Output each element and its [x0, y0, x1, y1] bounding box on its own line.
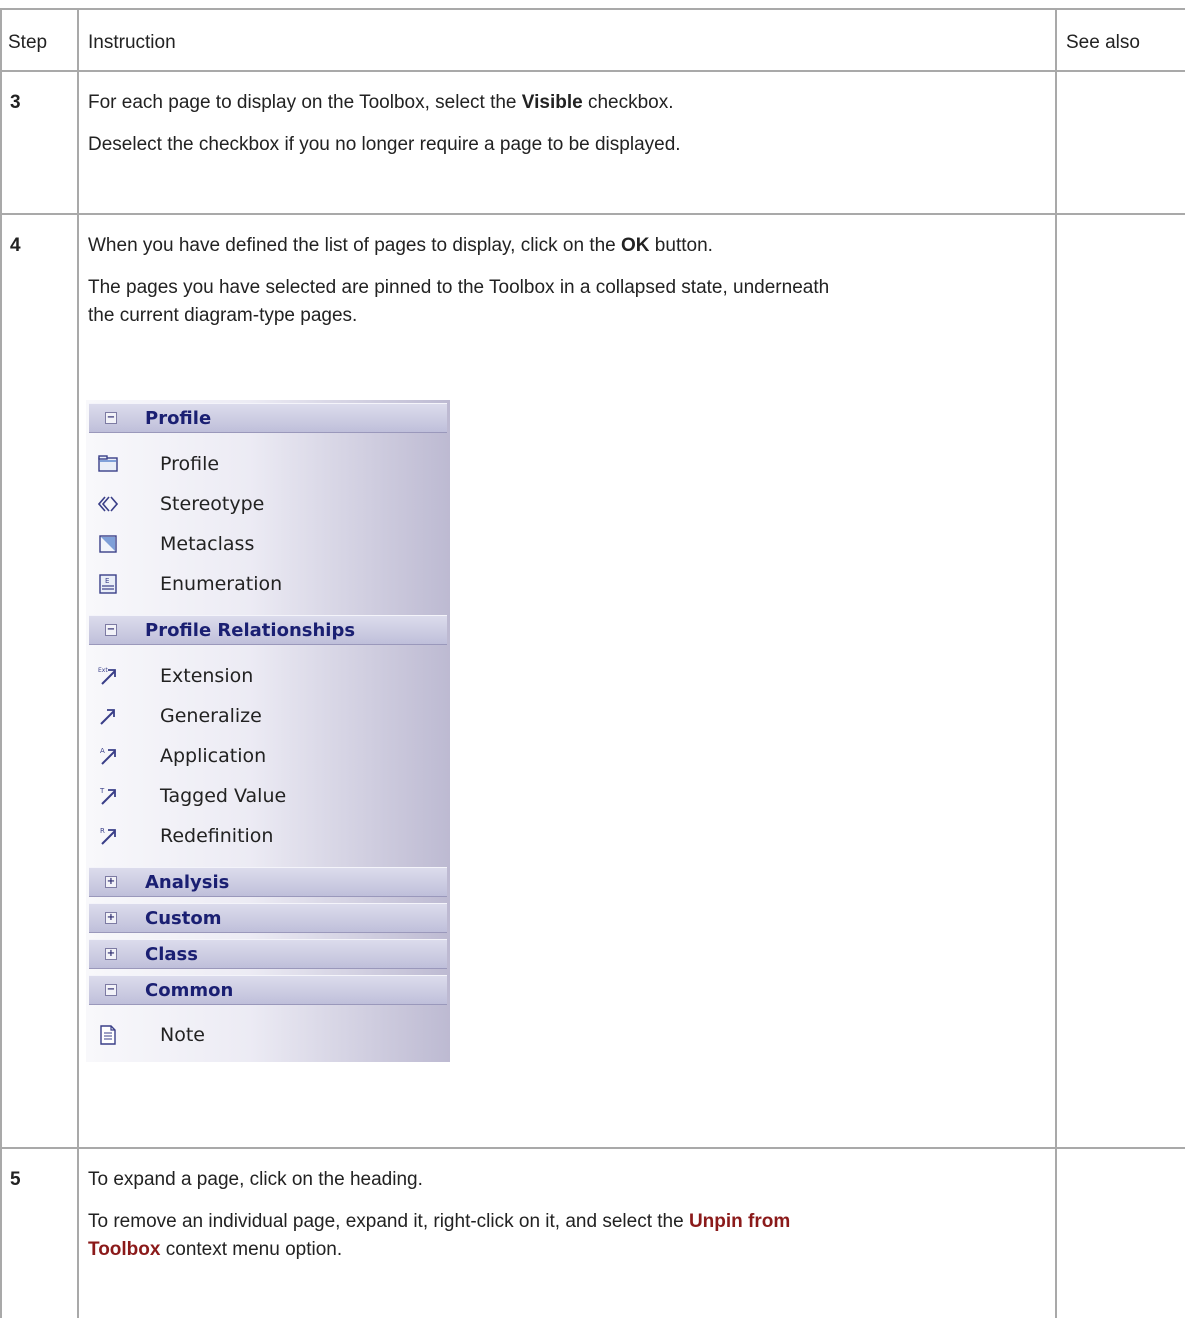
toolbox-section-common[interactable]: − Common	[89, 975, 447, 1005]
collapse-icon[interactable]: −	[105, 412, 117, 424]
table-divider-seealso	[1055, 8, 1057, 1318]
instruction-3-line1: For each page to display on the Toolbox,…	[88, 91, 1038, 115]
toolbox-section-class[interactable]: + Class	[89, 939, 447, 969]
instruction-4-line2b: the current diagram-type pages.	[88, 305, 358, 326]
instruction-3-line2: Deselect the checkbox if you no longer r…	[88, 134, 681, 155]
section-title: Class	[145, 944, 198, 965]
row-divider-3	[0, 213, 1185, 215]
instruction-4: When you have defined the list of pages …	[88, 234, 1038, 328]
tagged-letter: T	[99, 787, 105, 795]
application-letter: A	[100, 747, 105, 755]
step-number-4: 4	[10, 235, 21, 256]
expand-icon[interactable]: +	[105, 912, 117, 924]
toolbox-section-analysis[interactable]: + Analysis	[89, 867, 447, 897]
expand-icon[interactable]: +	[105, 876, 117, 888]
instruction-4-line2a: The pages you have selected are pinned t…	[88, 277, 830, 298]
table-border-top	[0, 8, 1185, 10]
item-label: Redefinition	[160, 825, 274, 847]
step-number-3: 3	[10, 92, 21, 113]
row-divider-4	[0, 1147, 1185, 1149]
redefinition-letter: R	[100, 827, 105, 835]
item-label: Application	[160, 745, 267, 767]
text: checkbox.	[582, 92, 674, 113]
collapse-icon[interactable]: −	[105, 984, 117, 996]
step-number-5: 5	[10, 1169, 21, 1190]
package-icon	[98, 455, 118, 472]
enum-letter: E	[105, 577, 109, 585]
item-label: Extension	[160, 665, 254, 687]
collapse-icon[interactable]: −	[105, 624, 117, 636]
bold-ok: OK	[621, 235, 650, 256]
header-see-also: See also	[1066, 32, 1140, 53]
instruction-5-line1: To expand a page, click on the heading.	[88, 1169, 423, 1190]
section-title: Analysis	[145, 872, 230, 893]
metaclass-icon	[99, 535, 117, 553]
extension-icon: Ext	[98, 667, 116, 685]
header-step: Step	[8, 32, 48, 53]
item-label: Metaclass	[160, 533, 255, 555]
toolbox-section-profile[interactable]: − Profile	[89, 403, 447, 433]
unpin-from-toolbox-link-cont[interactable]: Toolbox	[88, 1239, 160, 1260]
text: To remove an individual page, expand it,…	[88, 1211, 689, 1232]
text: When you have defined the list of pages …	[88, 235, 622, 256]
section-title: Profile Relationships	[145, 620, 356, 641]
text: button.	[649, 235, 713, 256]
redefinition-icon: R	[100, 827, 116, 845]
row-divider-header	[0, 70, 1185, 72]
instruction-3: For each page to display on the Toolbox,…	[88, 91, 1038, 157]
toolbox-section-profile-relationships[interactable]: − Profile Relationships	[89, 615, 447, 645]
item-label: Enumeration	[160, 573, 283, 595]
item-label: Tagged Value	[160, 785, 287, 807]
bold-visible: Visible	[521, 92, 583, 113]
item-label: Note	[160, 1024, 205, 1046]
text: context menu option.	[160, 1239, 343, 1260]
item-label: Stereotype	[160, 493, 265, 515]
table-divider-step	[77, 8, 79, 1318]
instruction-5: To expand a page, click on the heading. …	[88, 1168, 1038, 1262]
table-border-left	[0, 8, 2, 1318]
section-title: Custom	[145, 908, 222, 929]
enumeration-icon: E	[99, 574, 117, 594]
toolbox-section-custom[interactable]: + Custom	[89, 903, 447, 933]
stereotype-icon	[98, 496, 118, 512]
item-label: Generalize	[160, 705, 262, 727]
instruction-5-line2b: Toolbox context menu option.	[88, 1238, 1038, 1262]
note-icon	[100, 1025, 116, 1045]
unpin-from-toolbox-link[interactable]: Unpin from	[689, 1211, 790, 1232]
section-title: Common	[145, 980, 234, 1001]
item-label: Profile	[160, 453, 220, 475]
header-instruction: Instruction	[88, 32, 176, 53]
application-icon: A	[100, 747, 116, 765]
expand-icon[interactable]: +	[105, 948, 117, 960]
section-title: Profile	[145, 408, 212, 429]
instruction-4-line1: When you have defined the list of pages …	[88, 234, 1038, 258]
generalize-icon	[100, 709, 115, 725]
text: For each page to display on the Toolbox,…	[88, 92, 522, 113]
extension-letters: Ext	[98, 667, 108, 674]
tagged-value-icon: T	[99, 787, 116, 805]
toolbox-panel: − Profile Profile Stereotype Metaclass E	[86, 400, 450, 1062]
instruction-5-line2a: To remove an individual page, expand it,…	[88, 1210, 1038, 1234]
